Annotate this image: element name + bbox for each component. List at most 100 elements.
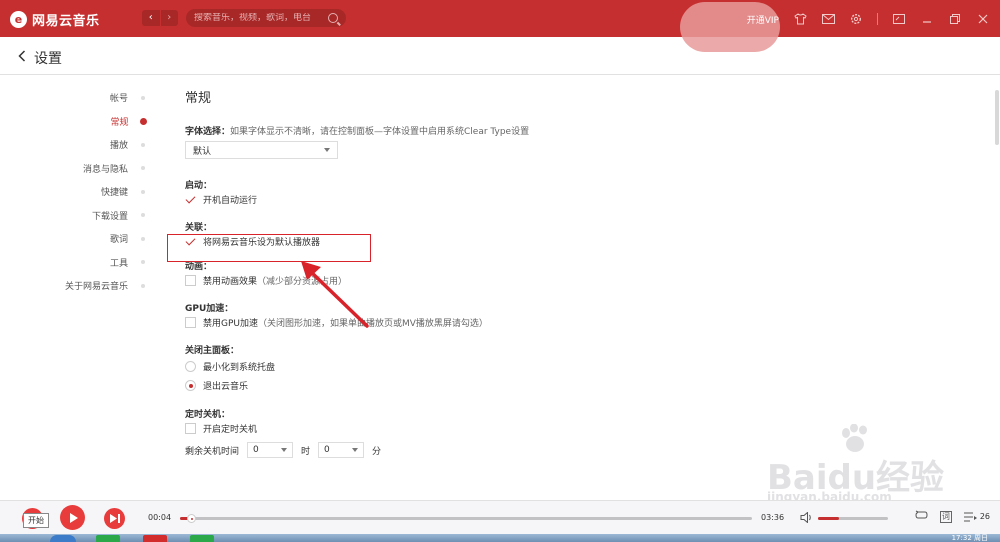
gpu-label: GPU加速：	[185, 304, 234, 314]
shutdown-label: 定时关机：	[185, 410, 231, 420]
search-input[interactable]	[194, 13, 328, 23]
sidebar-item-general[interactable]: 常规	[40, 110, 147, 134]
sidebar-item-playback[interactable]: 播放	[40, 133, 145, 157]
netease-logo-icon: e	[10, 10, 27, 28]
playlist-button[interactable]: 26	[963, 512, 990, 522]
gear-icon[interactable]	[849, 12, 863, 26]
minimize-to-tray-radio[interactable]	[185, 361, 196, 372]
mail-icon[interactable]	[821, 12, 835, 26]
back-button[interactable]: ‹	[142, 10, 160, 26]
exit-app-label: 退出云音乐	[203, 382, 249, 392]
settings-header: 设置	[0, 37, 1000, 75]
section-title: 常规	[185, 91, 212, 106]
scrollbar-thumb[interactable]	[995, 90, 999, 145]
total-time: 03:36	[761, 513, 785, 522]
forward-button[interactable]: ›	[159, 10, 179, 26]
sidebar-item-about[interactable]: 关于网易云音乐	[40, 274, 145, 298]
sidebar-item-tools[interactable]: 工具	[40, 251, 145, 275]
animation-label: 动画：	[185, 262, 213, 272]
settings-back-button[interactable]: 设置	[18, 48, 62, 68]
sidebar-item-messages-privacy[interactable]: 消息与隐私	[40, 157, 145, 181]
shirt-icon[interactable]	[793, 12, 807, 26]
search-box[interactable]	[186, 9, 346, 27]
nav-dot	[141, 142, 145, 147]
sidebar-item-label: 播放	[109, 141, 128, 152]
minimize-icon[interactable]	[920, 12, 934, 26]
annotation-arrow	[301, 261, 369, 328]
exit-app-radio[interactable]	[185, 380, 196, 391]
font-setting: 字体选择：如果字体显示不清晰，请在控制面板—字体设置中启用系统Clear Typ…	[185, 124, 965, 159]
nav-dot-active	[139, 117, 147, 125]
startup-setting: 启动： 开机自动运行	[185, 178, 965, 207]
page-title: 设置	[34, 51, 62, 67]
start-orb[interactable]	[50, 535, 76, 542]
sidebar-item-label: 快捷键	[100, 188, 128, 199]
minutes-select[interactable]: 0	[318, 442, 365, 458]
taskbar-clock: 17:32 周日	[951, 534, 988, 542]
minutes-value: 0	[324, 445, 330, 455]
font-select-value: 默认	[193, 146, 212, 157]
open-vip-link[interactable]: 开通VIP	[747, 13, 779, 26]
volume-slider[interactable]	[818, 517, 888, 520]
startup-checkbox[interactable]	[185, 193, 196, 205]
nav-dot	[141, 236, 145, 241]
progress-bar[interactable]	[180, 514, 752, 523]
animation-checkbox[interactable]	[185, 274, 196, 286]
font-setting-row: 字体选择：如果字体显示不清晰，请在控制面板—字体设置中启用系统Clear Typ…	[185, 124, 965, 138]
chevron-down-icon	[324, 148, 330, 152]
hours-select[interactable]: 0	[247, 442, 294, 458]
player-extras: 词 26	[915, 510, 990, 523]
remaining-time-label: 剩余关机时间	[185, 446, 240, 457]
exit-app-option[interactable]: 退出云音乐	[185, 376, 965, 395]
hours-value: 0	[253, 445, 259, 455]
sidebar-item-label: 工具	[109, 258, 128, 269]
baidu-watermark: Baidu经验 jingyan.baidu.com	[767, 424, 997, 510]
startup-label: 启动：	[185, 181, 213, 191]
chevron-left-icon	[18, 50, 26, 66]
sidebar-item-label: 帐号	[109, 94, 128, 105]
taskbar-app-green[interactable]	[190, 535, 214, 542]
shutdown-checkbox[interactable]	[185, 422, 196, 434]
taskbar-app-wechat[interactable]	[96, 535, 120, 542]
close-panel-label: 关闭主面板：	[185, 346, 240, 356]
title-bar: e 网易云音乐 ‹ › 开通VIP	[0, 0, 1000, 52]
sidebar-item-label: 常规	[110, 117, 129, 128]
next-icon	[109, 514, 120, 523]
divider	[877, 13, 878, 25]
mini-mode-icon[interactable]	[892, 12, 906, 26]
sidebar-item-label: 关于网易云音乐	[64, 282, 128, 293]
settings-sidebar: 帐号 常规 播放 消息与隐私 快捷键 下载设置 歌词 工具 关于网易云音乐	[40, 86, 147, 298]
search-icon[interactable]	[328, 13, 338, 23]
taskbar-app-netease[interactable]	[143, 535, 167, 542]
font-select[interactable]: 默认	[185, 141, 338, 159]
play-tooltip: 开始	[23, 513, 49, 528]
startup-option[interactable]: 开机自动运行	[185, 191, 965, 207]
nav-dot	[141, 189, 145, 194]
app-logo[interactable]: e 网易云音乐	[10, 9, 100, 29]
shutdown-option-label: 开启定时关机	[203, 424, 258, 435]
gpu-checkbox[interactable]	[185, 316, 196, 328]
close-panel-setting: 关闭主面板： 最小化到系统托盘 退出云音乐	[185, 343, 965, 395]
progress-knob[interactable]	[187, 514, 197, 523]
next-button[interactable]	[104, 508, 125, 529]
maximize-icon[interactable]	[948, 12, 962, 26]
nav-dot	[141, 213, 145, 218]
playlist-icon	[963, 512, 977, 521]
playlist-count: 26	[979, 512, 990, 521]
volume-icon[interactable]	[800, 511, 814, 526]
sidebar-item-shortcuts[interactable]: 快捷键	[40, 180, 145, 204]
lyrics-button[interactable]: 词	[939, 510, 952, 523]
nav-dot	[141, 283, 145, 288]
gpu-option-label: 禁用GPU加速	[203, 318, 258, 329]
sidebar-item-label: 歌词	[109, 235, 128, 246]
sidebar-item-download[interactable]: 下载设置	[40, 204, 145, 228]
sidebar-item-label: 消息与隐私	[82, 164, 128, 175]
hours-unit: 时	[301, 446, 311, 457]
loop-icon[interactable]	[915, 510, 928, 523]
minimize-to-tray-option[interactable]: 最小化到系统托盘	[185, 357, 965, 376]
play-button[interactable]	[60, 505, 85, 530]
font-label: 字体选择：	[185, 127, 231, 137]
close-icon[interactable]	[976, 12, 990, 26]
sidebar-item-lyrics[interactable]: 歌词	[40, 227, 145, 251]
sidebar-item-account[interactable]: 帐号	[40, 86, 145, 110]
